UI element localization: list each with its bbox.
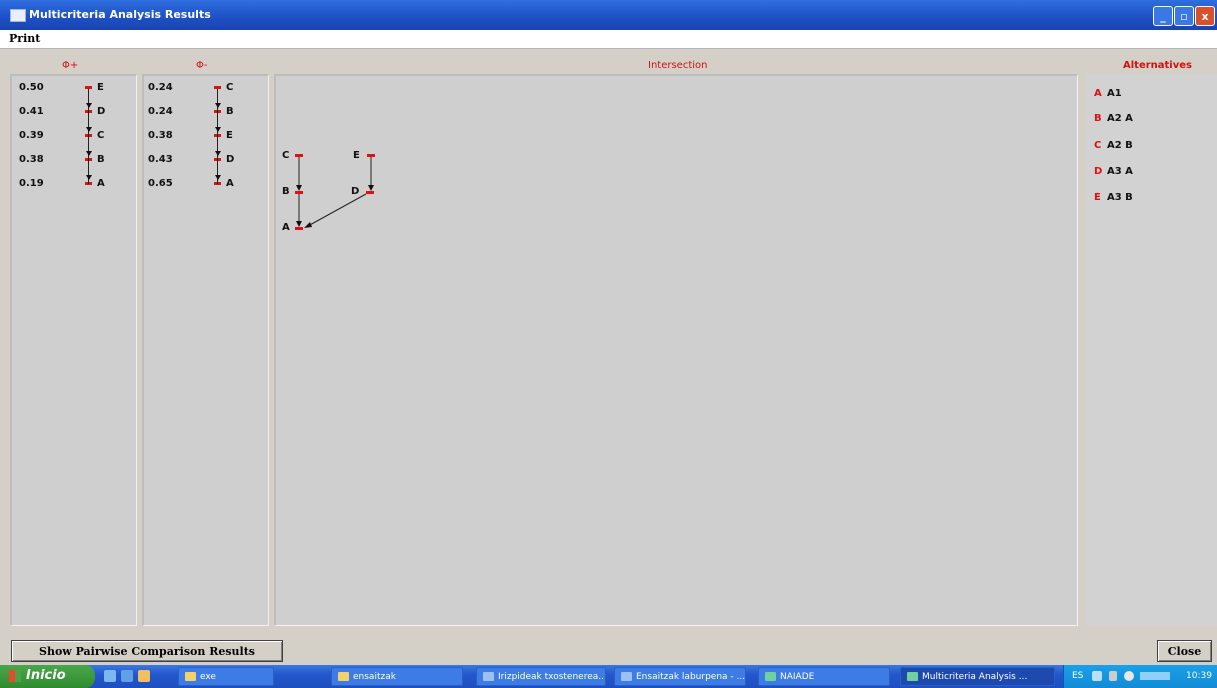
- phi-plus-node-label: E: [97, 82, 104, 93]
- column-header-bar: [0, 52, 1217, 72]
- arrow-down-icon: [215, 175, 221, 180]
- phi-minus-node-label: B: [226, 106, 234, 117]
- phi-plus-value: 0.41: [19, 106, 44, 117]
- tray-icons[interactable]: [1140, 672, 1170, 680]
- app-icon: [765, 672, 776, 681]
- phi-plus-value: 0.19: [19, 178, 44, 189]
- update-icon[interactable]: [1124, 671, 1134, 681]
- help-icon[interactable]: [1092, 671, 1102, 681]
- phi-plus-node-label: A: [97, 178, 105, 189]
- close-window-button[interactable]: x: [1195, 6, 1215, 26]
- taskbar-item[interactable]: Ensaitzak laburpena - ...: [614, 667, 746, 686]
- alternative-letter: B: [1094, 113, 1102, 124]
- language-indicator[interactable]: ES: [1072, 671, 1083, 681]
- start-button[interactable]: Inicio: [0, 665, 95, 688]
- menu-print[interactable]: Print: [9, 32, 40, 45]
- node-a-marker: [295, 227, 303, 230]
- arrow-down-icon: [296, 221, 302, 227]
- title-bar[interactable]: Multicriteria Analysis Results _ ▫ x: [0, 0, 1217, 30]
- alternative-name: A1: [1107, 88, 1122, 99]
- minimize-button[interactable]: _: [1153, 6, 1173, 26]
- folder-icon: [338, 672, 349, 681]
- taskbar-item[interactable]: exe: [178, 667, 274, 686]
- taskbar-item-label: NAIADE: [780, 671, 815, 682]
- app-window-icon: [10, 9, 26, 22]
- header-intersection: Intersection: [648, 60, 708, 71]
- arrow-down-icon: [215, 151, 221, 156]
- node-e-marker: [367, 154, 375, 157]
- alternative-name: A2 B: [1107, 140, 1133, 151]
- system-tray: ES 10:39: [1063, 665, 1217, 688]
- edge-d-a: [307, 193, 367, 227]
- mail-icon[interactable]: [138, 670, 150, 682]
- show-pairwise-comparison-button[interactable]: Show Pairwise Comparison Results: [11, 640, 283, 662]
- header-alternatives: Alternatives: [1123, 60, 1192, 71]
- phi-minus-value: 0.38: [148, 130, 173, 141]
- phi-plus-node-label: C: [97, 130, 105, 141]
- network-icon[interactable]: [1109, 671, 1117, 681]
- taskbar-item-label: Ensaitzak laburpena - ...: [636, 671, 746, 682]
- alternatives-panel: [1086, 74, 1217, 626]
- arrow-down-icon: [86, 103, 92, 108]
- phi-minus-node-label: C: [226, 82, 234, 93]
- alternative-name: A3 A: [1107, 166, 1133, 177]
- phi-plus-value: 0.39: [19, 130, 44, 141]
- alternative-letter: C: [1094, 140, 1102, 151]
- taskbar-item[interactable]: ensaitzak: [331, 667, 463, 686]
- arrow-down-icon: [86, 127, 92, 132]
- node-c-marker: [295, 154, 303, 157]
- taskbar: Inicio exe ensaitzak Irizpideak txostene…: [0, 665, 1217, 688]
- phi-plus-value: 0.38: [19, 154, 44, 165]
- windows-logo-icon: [9, 670, 21, 682]
- document-icon: [621, 672, 632, 681]
- phi-plus-node-label: D: [97, 106, 106, 117]
- phi-minus-value: 0.24: [148, 82, 173, 93]
- arrow-down-icon: [296, 185, 302, 191]
- taskbar-item[interactable]: Irizpideak txostenerea...: [476, 667, 606, 686]
- document-icon: [483, 672, 494, 681]
- phi-plus-value: 0.50: [19, 82, 44, 93]
- taskbar-item-label: Multicriteria Analysis ...: [922, 671, 1028, 682]
- menu-bar: Print: [0, 30, 1217, 49]
- folder-icon: [185, 672, 196, 681]
- header-phi-plus: Φ+: [62, 60, 79, 71]
- arrow-down-icon: [215, 127, 221, 132]
- arrow-down-icon: [86, 175, 92, 180]
- intersection-panel: [274, 74, 1078, 626]
- taskbar-item[interactable]: NAIADE: [758, 667, 890, 686]
- alternative-letter: D: [1094, 166, 1103, 177]
- taskbar-item-label: ensaitzak: [353, 671, 396, 682]
- arrow-icon: [304, 222, 312, 228]
- maximize-button[interactable]: ▫: [1174, 6, 1194, 26]
- window-title: Multicriteria Analysis Results: [29, 8, 211, 21]
- arrow-down-icon: [215, 103, 221, 108]
- node-b-marker: [295, 191, 303, 194]
- desktop-icon[interactable]: [104, 670, 116, 682]
- phi-minus-node-label: A: [226, 178, 234, 189]
- phi-minus-node-label: D: [226, 154, 235, 165]
- intersection-graph: [295, 154, 375, 230]
- arrow-down-icon: [86, 151, 92, 156]
- clock[interactable]: 10:39: [1186, 671, 1212, 681]
- app-icon: [907, 672, 918, 681]
- alternative-name: A3 B: [1107, 192, 1133, 203]
- alternative-letter: E: [1094, 192, 1101, 203]
- phi-minus-value: 0.65: [148, 178, 173, 189]
- taskbar-item-active[interactable]: Multicriteria Analysis ...: [900, 667, 1055, 686]
- node-d-marker: [366, 191, 374, 194]
- phi-plus-node-label: B: [97, 154, 105, 165]
- header-phi-minus: Φ-: [196, 60, 208, 71]
- phi-minus-value: 0.43: [148, 154, 173, 165]
- arrow-down-icon: [368, 185, 374, 191]
- alternative-name: A2 A: [1107, 113, 1133, 124]
- alternative-letter: A: [1094, 88, 1102, 99]
- taskbar-item-label: Irizpideak txostenerea...: [498, 671, 606, 682]
- close-button[interactable]: Close: [1157, 640, 1212, 662]
- start-label: Inicio: [26, 668, 66, 683]
- taskbar-item-label: exe: [200, 671, 216, 682]
- phi-minus-value: 0.24: [148, 106, 173, 117]
- browser-icon[interactable]: [121, 670, 133, 682]
- phi-minus-node-label: E: [226, 130, 233, 141]
